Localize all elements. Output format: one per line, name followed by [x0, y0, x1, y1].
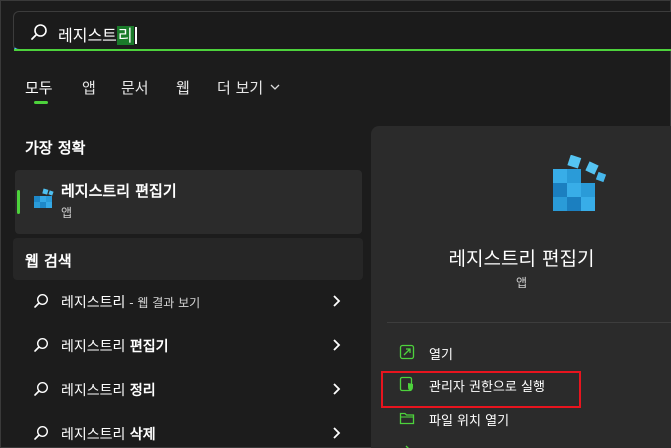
chevron-right-icon — [333, 295, 341, 307]
search-icon — [34, 381, 49, 396]
open-file-location-label: 파일 위치 열기 — [429, 414, 510, 429]
search-box[interactable]: 레지스트리 — [13, 11, 671, 51]
pin-icon — [405, 445, 409, 448]
web-search-header: 웹 검색 — [13, 238, 363, 280]
search-icon — [34, 293, 49, 308]
tab-apps[interactable]: 앱 — [82, 77, 96, 98]
details-divider — [387, 322, 671, 323]
search-selected-text: 리 — [116, 26, 134, 45]
selection-indicator — [17, 190, 20, 214]
chevron-right-icon — [333, 339, 341, 351]
web-result-item[interactable]: 레지스트리 편집기 — [13, 326, 363, 366]
tab-more[interactable]: 더 보기 — [217, 77, 280, 98]
start-search-window: 레지스트리 모두 앱 문서 웹 더 보기 가장 정확 레지스트리 편집기 앱 웹… — [0, 0, 671, 448]
web-result-label: 레지스트리 - 웹 결과 보기 — [61, 295, 201, 311]
chevron-right-icon — [333, 383, 341, 395]
web-result-item[interactable]: 레지스트리 정리 — [13, 370, 363, 410]
registry-editor-icon — [553, 155, 607, 211]
active-tab-indicator — [34, 101, 48, 104]
open-icon — [399, 344, 415, 360]
web-result-label: 레지스트리 편집기 — [61, 339, 169, 355]
folder-icon — [399, 412, 415, 425]
tab-all[interactable]: 모두 — [25, 77, 53, 98]
best-match-item[interactable]: 레지스트리 편집기 앱 — [15, 170, 362, 234]
search-underline — [14, 49, 671, 51]
open-action-label: 열기 — [429, 348, 453, 363]
web-result-item[interactable]: 레지스트리 삭제 — [13, 414, 363, 448]
tab-more-label: 더 보기 — [217, 79, 264, 97]
search-icon — [31, 24, 47, 40]
search-icon — [34, 337, 49, 352]
web-search-heading: 웹 검색 — [25, 252, 72, 270]
web-result-label: 레지스트리 정리 — [61, 383, 156, 399]
chevron-right-icon — [333, 427, 341, 439]
highlight-box — [381, 371, 581, 408]
web-result-label: 레지스트리 삭제 — [61, 427, 156, 443]
best-match-type: 앱 — [61, 206, 73, 220]
chevron-down-icon — [270, 84, 280, 90]
web-result-item[interactable]: 레지스트리 - 웹 결과 보기 — [13, 282, 363, 322]
search-input[interactable]: 레지스트리 — [58, 22, 137, 46]
search-icon — [34, 425, 49, 440]
details-app-type: 앱 — [515, 276, 528, 290]
text-cursor — [134, 27, 137, 44]
tab-web[interactable]: 웹 — [176, 77, 190, 98]
best-match-heading: 가장 정확 — [25, 139, 86, 157]
best-match-name: 레지스트리 편집기 — [61, 182, 177, 200]
registry-editor-icon — [34, 188, 54, 208]
details-app-name: 레지스트리 편집기 — [448, 248, 595, 270]
tab-documents[interactable]: 문서 — [121, 77, 149, 98]
